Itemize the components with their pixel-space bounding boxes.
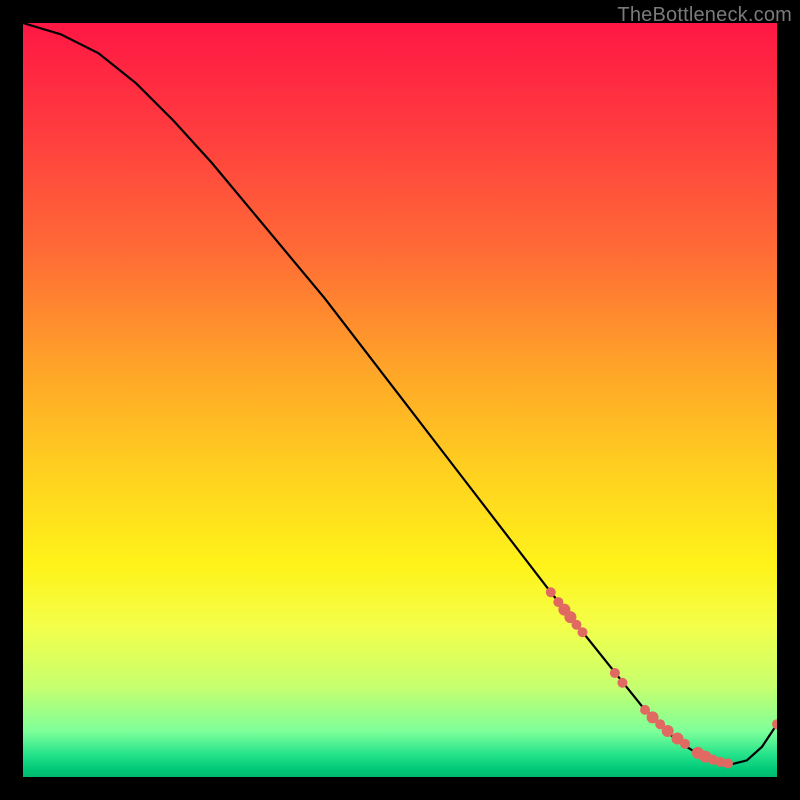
plot-area [23,23,777,777]
marker-dot [772,719,777,729]
marker-dot [680,739,690,749]
marker-dot [577,627,587,637]
marker-layer [546,587,777,768]
marker-dot [610,668,620,678]
marker-dot [617,678,627,688]
watermark-text: TheBottleneck.com [617,4,792,27]
marker-dot [662,725,674,737]
curve-layer [23,23,777,777]
chart-stage: TheBottleneck.com [0,0,800,800]
bottleneck-curve [23,23,777,764]
marker-dot [723,758,733,768]
marker-dot [546,587,556,597]
